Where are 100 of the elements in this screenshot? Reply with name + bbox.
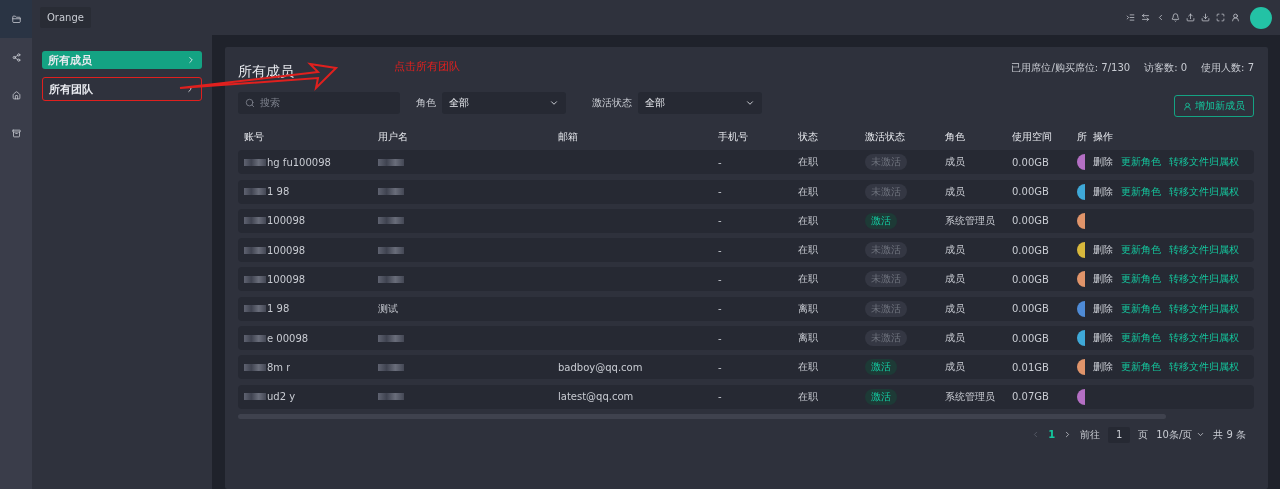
table-cell: e 00098 bbox=[267, 332, 309, 344]
table-cell-text: 在职 bbox=[798, 243, 819, 258]
action-link[interactable]: 转移文件归属权 bbox=[1169, 184, 1239, 199]
table-cell: hg fu100098 bbox=[267, 156, 331, 168]
table-cell-text: 成员 bbox=[945, 301, 966, 316]
action-link[interactable]: 更新角色 bbox=[1121, 243, 1161, 258]
table-cell-text: 在职 bbox=[798, 389, 819, 404]
table-cell-text: - bbox=[718, 332, 723, 344]
table-cell: 1 98 bbox=[267, 186, 290, 198]
redacted-mark bbox=[378, 246, 404, 254]
table-cell-text: 成员 bbox=[945, 184, 966, 199]
action-link[interactable]: 转移文件归属权 bbox=[1169, 301, 1239, 316]
table-cell: 100098 bbox=[267, 215, 306, 227]
page-unit: 页 bbox=[1138, 427, 1149, 442]
page-number[interactable]: 1 bbox=[1048, 429, 1056, 441]
table-cell-text: - bbox=[718, 215, 723, 227]
action-link[interactable]: 转移文件归属权 bbox=[1169, 272, 1239, 287]
redacted-mark bbox=[244, 188, 266, 196]
redacted-mark bbox=[244, 158, 266, 166]
action-link[interactable]: 更新角色 bbox=[1121, 301, 1161, 316]
table-cell-text: 0.00GB bbox=[1012, 215, 1050, 227]
search-field[interactable]: 搜索 bbox=[238, 92, 400, 114]
sidebar-item[interactable]: 所有团队 bbox=[42, 77, 202, 101]
table-cell-text: 0.07GB bbox=[1012, 391, 1050, 403]
add-member-button[interactable]: 增加新成员 bbox=[1174, 95, 1254, 117]
table-cell-text: 测试 bbox=[378, 301, 399, 316]
action-link[interactable]: 删除 bbox=[1093, 243, 1113, 258]
table-cell-text: 在职 bbox=[798, 213, 819, 228]
chevron-right-icon bbox=[186, 55, 196, 65]
action-link[interactable]: 删除 bbox=[1093, 331, 1113, 346]
table-cell: 1 98 bbox=[267, 303, 290, 315]
action-link[interactable]: 转移文件归属权 bbox=[1169, 360, 1239, 375]
action-link[interactable]: 转移文件归属权 bbox=[1169, 243, 1239, 258]
column-header: 使用空间 bbox=[1012, 130, 1053, 144]
column-header: 激活状态 bbox=[865, 130, 906, 144]
column-header: 状态 bbox=[798, 130, 819, 144]
redacted-mark bbox=[378, 393, 404, 401]
chevron-down-icon bbox=[745, 98, 755, 108]
table-cell-text: 成员 bbox=[945, 155, 966, 170]
folder-icon[interactable] bbox=[0, 0, 32, 38]
chevron-left-icon[interactable] bbox=[1156, 13, 1165, 22]
total-count: 共 9 条 bbox=[1213, 427, 1246, 442]
table-cell-text: 0.00GB bbox=[1012, 244, 1050, 256]
download-icon[interactable] bbox=[1201, 13, 1210, 22]
avatar[interactable] bbox=[1250, 6, 1272, 29]
indent-icon[interactable] bbox=[1126, 13, 1135, 22]
action-link[interactable]: 更新角色 bbox=[1121, 360, 1161, 375]
page-input[interactable]: 1 bbox=[1108, 426, 1131, 443]
column-header: 所 bbox=[1077, 130, 1088, 144]
table-cell-text: - bbox=[718, 274, 723, 285]
table-cell-text: - bbox=[718, 156, 723, 168]
upload-icon[interactable] bbox=[1186, 13, 1195, 22]
redacted-mark bbox=[244, 305, 266, 313]
table-cell-text: 成员 bbox=[945, 272, 966, 287]
user-icon[interactable] bbox=[1231, 13, 1240, 22]
table-cell-text: - bbox=[718, 186, 723, 198]
table-cell-text: 成员 bbox=[945, 360, 966, 375]
redacted-mark bbox=[244, 334, 266, 342]
page-size-select[interactable]: 10条/页 bbox=[1156, 427, 1206, 442]
column-header: 操作 bbox=[1093, 130, 1114, 144]
action-link[interactable]: 删除 bbox=[1093, 155, 1113, 170]
search-icon bbox=[245, 98, 255, 108]
fullscreen-icon[interactable] bbox=[1216, 13, 1225, 22]
table-cell-text: 离职 bbox=[798, 301, 819, 316]
table-cell-text: latest@qq.com bbox=[558, 391, 635, 403]
table-cell-text: 成员 bbox=[945, 331, 966, 346]
redacted-mark bbox=[378, 334, 404, 342]
action-link[interactable]: 转移文件归属权 bbox=[1169, 155, 1239, 170]
table-cell-text: 0.00GB bbox=[1012, 156, 1050, 168]
action-link[interactable]: 更新角色 bbox=[1121, 272, 1161, 287]
table-cell-text: 在职 bbox=[798, 184, 819, 199]
action-link[interactable]: 删除 bbox=[1093, 272, 1113, 287]
table-cell-text: 0.00GB bbox=[1012, 303, 1050, 315]
action-link[interactable]: 删除 bbox=[1093, 360, 1113, 375]
bell-icon[interactable] bbox=[1171, 13, 1180, 22]
action-link[interactable]: 更新角色 bbox=[1121, 155, 1161, 170]
action-link[interactable]: 转移文件归属权 bbox=[1169, 331, 1239, 346]
goto-label: 前往 bbox=[1080, 427, 1101, 442]
action-link[interactable]: 删除 bbox=[1093, 301, 1113, 316]
action-link[interactable]: 更新角色 bbox=[1121, 184, 1161, 199]
table-cell-text: 成员 bbox=[945, 243, 966, 258]
action-link[interactable]: 删除 bbox=[1093, 184, 1113, 199]
status-badge: 激活 bbox=[865, 359, 897, 376]
redacted-mark bbox=[244, 276, 266, 283]
redacted-mark bbox=[244, 217, 266, 225]
swap-icon[interactable] bbox=[1141, 13, 1150, 22]
table-cell-text: 在职 bbox=[798, 360, 819, 375]
status-badge: 激活 bbox=[865, 388, 897, 405]
action-link[interactable]: 更新角色 bbox=[1121, 331, 1161, 346]
stat-text: 已用席位/购买席位: 7/130 bbox=[1011, 61, 1131, 75]
activation-select[interactable]: 全部 bbox=[638, 92, 762, 114]
workspace-tab[interactable]: Orange bbox=[40, 7, 91, 28]
table-cell-text: 0.01GB bbox=[1012, 361, 1050, 373]
role-select[interactable]: 全部 bbox=[442, 92, 566, 114]
table-cell-text: 系统管理员 bbox=[945, 389, 996, 404]
filter-label: 激活状态 bbox=[592, 96, 632, 110]
column-header: 角色 bbox=[945, 130, 966, 144]
table-cell: 100098 bbox=[267, 244, 306, 256]
table-cell-text: badboy@qq.com bbox=[558, 361, 644, 373]
table-cell-text: 0.00GB bbox=[1012, 332, 1050, 344]
